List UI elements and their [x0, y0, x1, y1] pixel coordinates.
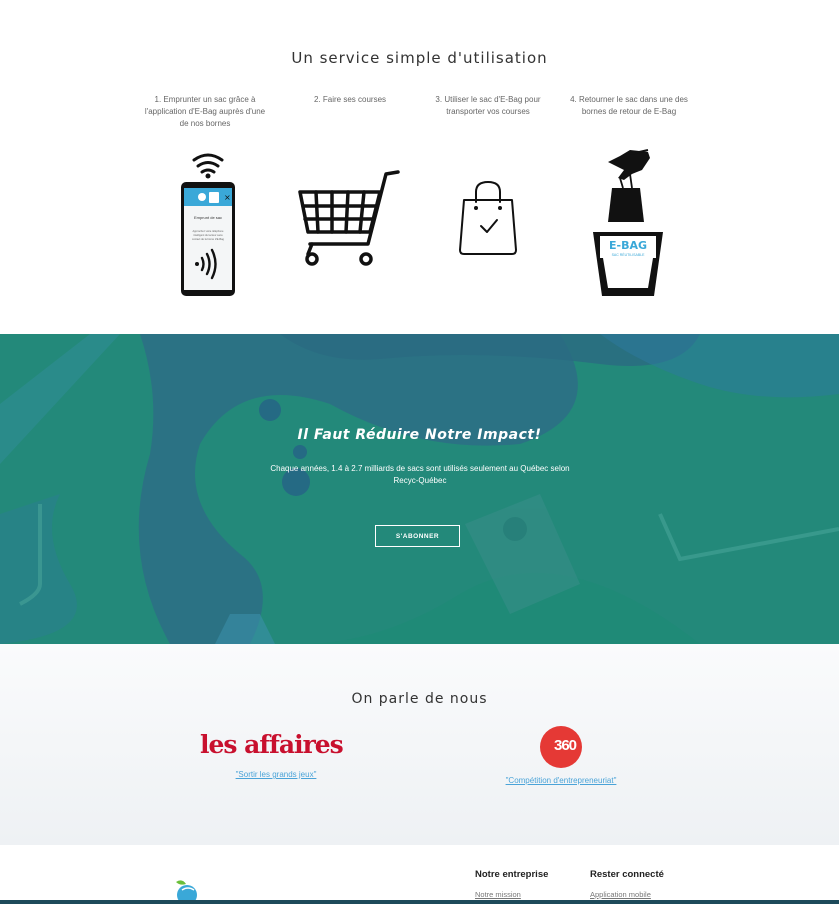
shopping-bag-check-icon [456, 178, 520, 258]
svg-text:Approchez votre téléphone: Approchez votre téléphone [192, 229, 224, 233]
footer-link-mobile-app[interactable]: Application mobile [590, 890, 651, 899]
bin-label: E-BAG [609, 239, 647, 252]
press-title: On parle de nous [351, 691, 488, 707]
phone-nfc-icon: × Emprunt de sac Approchez votre télépho… [176, 150, 240, 300]
subscribe-button[interactable]: S'ABONNER [375, 525, 460, 547]
footer-heading-company: Notre entreprise [475, 869, 549, 880]
svg-text:×: × [224, 193, 231, 202]
step-2-text: 2. Faire ses courses [313, 95, 387, 104]
step-3-text: 3. Utiliser le sac d'E-Bag pour transpor… [435, 95, 541, 116]
footer-bottom-bar [0, 900, 839, 904]
impact-banner: Il Faut Réduire Notre Impact! Chaque ann… [0, 334, 839, 644]
service-section: Un service simple d'utilisation 1. Empru… [0, 0, 839, 334]
step-4-text: 4. Retourner le sac dans une des bornes … [570, 95, 688, 116]
impact-text: Chaque années, 1.4 à 2.7 milliards de sa… [270, 464, 570, 485]
shopping-cart-icon [296, 168, 402, 268]
phone-screen-title: Emprunt de sac [194, 215, 222, 220]
footer-heading-connected: Rester connecté [590, 869, 664, 880]
c360-article-link[interactable]: "Compétition d'entrepreneuriat" [480, 776, 642, 785]
svg-text:intelligent du lecteur sans: intelligent du lecteur sans [193, 233, 223, 237]
c360-logo-text: 360 [554, 737, 577, 754]
c360-logo: 360 [540, 726, 582, 768]
return-bin-icon: E-BAG SAC RÉUTILISABLE [590, 148, 666, 300]
press-section: On parle de nous les affaires "Sortir le… [0, 644, 839, 845]
decorative-background [0, 334, 839, 644]
footer-link-mission[interactable]: Notre mission [475, 890, 521, 899]
svg-text:contact de la borne d'E-Bag: contact de la borne d'E-Bag [192, 237, 224, 241]
step-1-text: 1. Emprunter un sac grâce à l'applicatio… [144, 95, 266, 128]
les-affaires-logo: les affaires [200, 730, 344, 759]
les-affaires-article-link[interactable]: "Sortir les grands jeux" [200, 770, 352, 779]
service-title: Un service simple d'utilisation [291, 49, 548, 67]
impact-title: Il Faut Réduire Notre Impact! [297, 427, 542, 443]
footer: Notre entreprise Notre mission Rester co… [0, 845, 839, 905]
bin-sublabel: SAC RÉUTILISABLE [612, 252, 646, 257]
